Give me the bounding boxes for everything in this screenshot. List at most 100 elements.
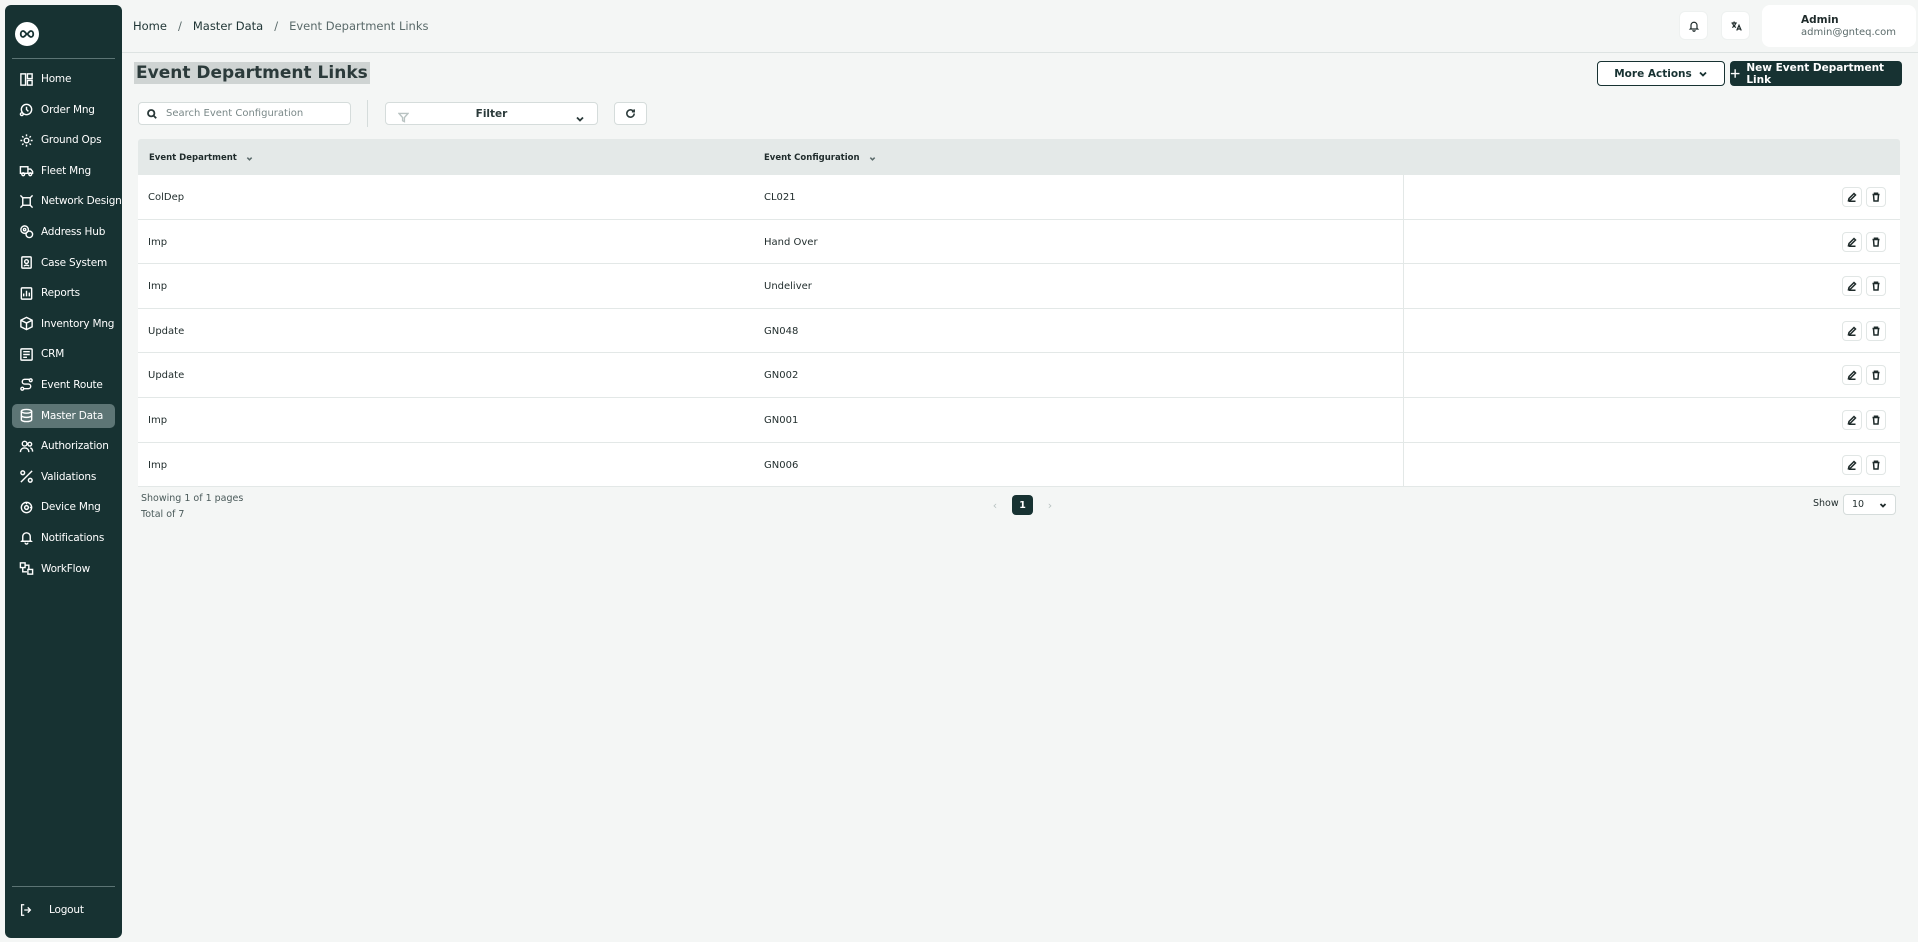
delete-button[interactable]: [1866, 409, 1886, 430]
pencil-icon: [1847, 281, 1857, 292]
route-icon: [18, 377, 34, 393]
pagination-page-1[interactable]: 1: [1012, 495, 1033, 515]
pagination-next-button[interactable]: ›: [1040, 499, 1060, 512]
case-icon: [18, 255, 34, 271]
sidebar-item-device-mng[interactable]: Device Mng: [12, 495, 115, 519]
sidebar-item-label: Validations: [41, 470, 97, 483]
chevron-down-icon: [1699, 71, 1707, 77]
delete-button[interactable]: [1866, 454, 1886, 475]
sidebar-item-validations[interactable]: Validations: [12, 465, 115, 489]
column-divider: [1403, 264, 1404, 308]
bell-icon: [18, 530, 34, 546]
user-email: admin@gnteq.com: [1801, 27, 1896, 38]
sidebar-item-label: CRM: [41, 348, 65, 361]
edit-button[interactable]: [1842, 231, 1862, 252]
sidebar-item-label: Case System: [41, 256, 107, 269]
breadcrumb-master-data[interactable]: Master Data: [193, 19, 263, 33]
sidebar-item-label: Network Design: [41, 195, 122, 208]
translate-icon: [1731, 21, 1742, 31]
sidebar-item-master-data[interactable]: Master Data: [12, 403, 115, 428]
sidebar-item-reports[interactable]: Reports: [12, 281, 115, 305]
edit-button[interactable]: [1842, 276, 1862, 297]
logout-button[interactable]: Logout: [18, 902, 84, 918]
sidebar-item-home[interactable]: Home: [12, 67, 115, 91]
user-menu[interactable]: Admin admin@gnteq.com: [1762, 5, 1916, 47]
chevron-down-icon: [246, 156, 253, 161]
pagination-prev-button[interactable]: ‹: [985, 499, 1005, 512]
breadcrumb-current: Event Department Links: [289, 19, 429, 33]
edit-button[interactable]: [1842, 409, 1862, 430]
delete-button[interactable]: [1866, 276, 1886, 297]
cell-event-department: Imp: [148, 459, 168, 471]
device-icon: [18, 499, 34, 515]
sidebar-item-label: Device Mng: [41, 501, 101, 514]
cell-event-department: Update: [148, 370, 185, 382]
refresh-button[interactable]: [614, 102, 647, 125]
cell-event-department: Imp: [148, 281, 168, 293]
sidebar-item-case-system[interactable]: Case System: [12, 251, 115, 275]
pencil-icon: [1847, 370, 1857, 381]
delete-button[interactable]: [1866, 187, 1886, 207]
sidebar-item-ground-ops[interactable]: Ground Ops: [12, 128, 115, 152]
address-icon: [18, 224, 34, 240]
page-size-select[interactable]: 10: [1843, 494, 1896, 515]
sidebar-nav: Home Order Mng Ground Ops Fleet Mng Network …: [12, 67, 122, 587]
new-event-department-link-button[interactable]: New Event Department Link: [1730, 61, 1902, 86]
sidebar-item-authorization[interactable]: Authorization: [12, 434, 115, 458]
bell-icon: [1688, 21, 1699, 32]
sidebar-item-notifications[interactable]: Notifications: [12, 526, 115, 550]
search-input[interactable]: [166, 108, 336, 119]
breadcrumb-home[interactable]: Home: [133, 19, 167, 33]
sidebar-item-order-mng[interactable]: Order Mng: [12, 98, 115, 122]
breadcrumb-separator: /: [177, 19, 182, 33]
sidebar-item-address-hub[interactable]: Address Hub: [12, 220, 115, 244]
column-header-event-configuration[interactable]: Event Configuration: [764, 153, 876, 163]
column-divider: [1403, 308, 1404, 353]
breadcrumb: Home / Master Data / Event Department Li…: [133, 19, 429, 33]
page-size-label: Show: [1813, 498, 1839, 509]
sidebar-item-network-design[interactable]: Network Design: [12, 189, 122, 213]
more-actions-button[interactable]: More Actions: [1597, 61, 1725, 86]
inventory-icon: [18, 316, 34, 332]
page-size-value: 10: [1852, 499, 1865, 510]
sidebar-item-label: Address Hub: [41, 225, 106, 238]
sidebar-item-label: Notifications: [41, 531, 105, 544]
column-header-event-department[interactable]: Event Department: [149, 153, 253, 163]
edit-button[interactable]: [1842, 187, 1862, 207]
column-divider: [1403, 219, 1404, 264]
pencil-icon: [1847, 415, 1857, 425]
delete-button[interactable]: [1866, 365, 1886, 386]
logo-icon[interactable]: [15, 22, 39, 46]
cell-event-configuration: GN002: [764, 370, 799, 382]
page-title: Event Department Links: [134, 62, 370, 84]
sidebar-item-crm[interactable]: CRM: [12, 342, 115, 366]
edit-button[interactable]: [1842, 365, 1862, 386]
sidebar-item-label: Reports: [41, 287, 80, 300]
pagination: ‹ 1 ›: [985, 495, 1060, 515]
column-header-label: Event Configuration: [764, 153, 860, 163]
table-body: ColDep CL021 Imp Hand Over Imp Undeliver Updat…: [138, 175, 1900, 488]
language-button[interactable]: [1721, 11, 1750, 40]
chevron-down-icon: [869, 156, 875, 161]
filter-dropdown[interactable]: Filter: [385, 102, 598, 125]
delete-button[interactable]: [1866, 231, 1886, 252]
notifications-button[interactable]: [1679, 11, 1708, 40]
refresh-icon: [626, 109, 635, 118]
column-divider: [1403, 353, 1404, 397]
plus-icon: [1730, 69, 1740, 78]
delete-button[interactable]: [1866, 320, 1886, 341]
sidebar-item-inventory-mng[interactable]: Inventory Mng: [12, 312, 115, 336]
sidebar-item-label: WorkFlow: [41, 562, 90, 575]
chevron-down-icon: [575, 109, 585, 128]
pagination-showing: Showing 1 of 1 pages: [141, 493, 244, 504]
search-icon: [147, 108, 157, 119]
sidebar-item-fleet-mng[interactable]: Fleet Mng: [12, 159, 115, 183]
search-box: [138, 102, 351, 125]
sidebar-item-workflow[interactable]: WorkFlow: [12, 557, 115, 581]
edit-button[interactable]: [1842, 454, 1862, 475]
edit-button[interactable]: [1842, 320, 1862, 341]
column-divider: [1403, 397, 1404, 442]
sidebar-item-label: Fleet Mng: [41, 164, 91, 177]
sidebar-item-label: Event Route: [41, 378, 103, 391]
sidebar-item-event-route[interactable]: Event Route: [12, 373, 115, 397]
